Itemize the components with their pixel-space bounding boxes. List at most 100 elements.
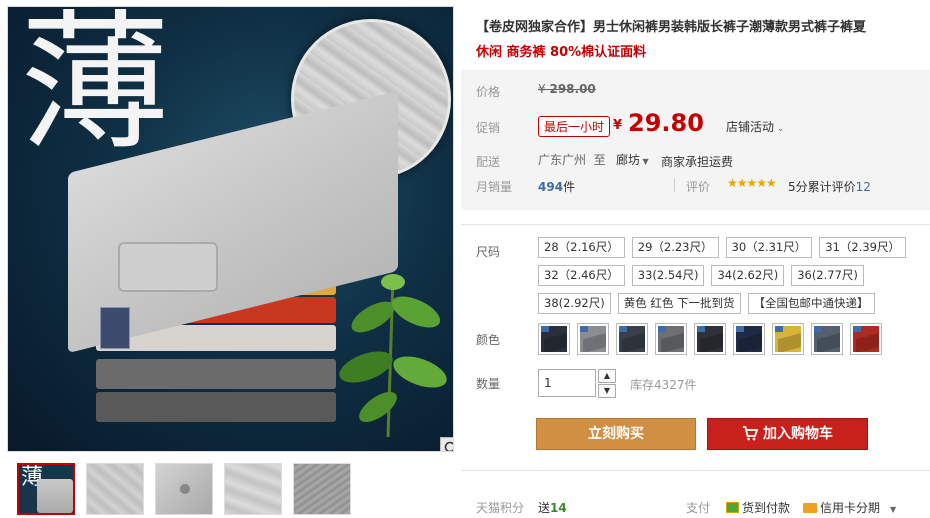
- thumbnail-5[interactable]: [293, 463, 351, 515]
- swatch-tag-icon: [775, 326, 783, 332]
- shipping-label: 配送: [476, 155, 501, 169]
- buy-now-button[interactable]: 立刻购买: [536, 418, 696, 450]
- quantity-input[interactable]: [538, 369, 596, 397]
- ship-to-word: 至: [593, 153, 606, 167]
- quantity-label: 数量: [476, 377, 501, 391]
- original-price: ¥ 298.00: [538, 82, 596, 96]
- hero-character: 薄: [20, 6, 171, 171]
- shipping-fee: 商家承担运费: [661, 155, 734, 169]
- monthly-sales: 494件: [538, 178, 575, 195]
- color-swatch[interactable]: [811, 323, 843, 355]
- thumbnail-4[interactable]: [224, 463, 282, 515]
- size-option[interactable]: 33(2.54尺): [631, 265, 705, 286]
- color-swatch[interactable]: [616, 323, 648, 355]
- size-label: 尺码: [476, 245, 501, 259]
- review-label: 评价: [686, 180, 711, 194]
- cod-label: 货到付款: [742, 501, 791, 515]
- color-swatch[interactable]: [850, 323, 882, 355]
- cod-option[interactable]: 货到付款: [726, 499, 790, 516]
- pants-stack-image: [96, 392, 336, 422]
- size-options: 28（2.16尺） 29（2.23尺） 30（2.31尺） 31（2.39尺） …: [538, 237, 918, 314]
- color-swatch[interactable]: [772, 323, 804, 355]
- ship-from: 广东广州 至: [538, 151, 606, 168]
- swatch-tag-icon: [814, 326, 822, 332]
- swatch-tag-icon: [697, 326, 705, 332]
- thumbnail-pants: [37, 479, 73, 513]
- swatch-tag-icon: [736, 326, 744, 332]
- monthly-sales-label: 月销量: [476, 180, 513, 194]
- add-to-cart-button[interactable]: 加入购物车: [707, 418, 868, 450]
- basil-plant-image: [339, 274, 447, 437]
- color-swatch[interactable]: [655, 323, 687, 355]
- shop-activity-label: 店铺活动: [726, 120, 775, 134]
- points-number: 14: [550, 501, 567, 515]
- ship-to-city: 廊坊: [616, 153, 641, 167]
- zoom-icon[interactable]: [440, 437, 453, 451]
- product-page: 薄 薄 【卷皮网独家合作】男士休闲裤男装韩版长裤子潮薄款男式裤子裤夏 休闲 商务…: [0, 0, 930, 518]
- original-price-value: 298.00: [549, 82, 596, 96]
- main-product-image[interactable]: 薄: [7, 6, 454, 452]
- ship-from-city: 广东广州: [538, 153, 587, 167]
- price-label: 价格: [476, 85, 501, 99]
- stock-count: 库存4327件: [630, 378, 697, 392]
- review-summary[interactable]: 5分累计评价12: [788, 178, 871, 195]
- size-option[interactable]: 30（2.31尺）: [725, 237, 813, 258]
- product-info-panel: 【卷皮网独家合作】男士休闲裤男装韩版长裤子潮薄款男式裤子裤夏 休闲 商务裤 80…: [461, 0, 930, 518]
- size-option[interactable]: 34(2.62尺): [711, 265, 785, 286]
- points-value: 送14: [538, 499, 567, 516]
- size-option[interactable]: 32（2.46尺）: [538, 265, 625, 286]
- current-price: 29.80: [628, 109, 704, 137]
- swatch-tag-icon: [619, 326, 627, 332]
- divider: [461, 470, 930, 471]
- payment-label: 支付: [686, 501, 711, 515]
- monthly-sales-count: 494: [538, 180, 564, 194]
- size-option[interactable]: 38(2.92尺): [538, 293, 611, 314]
- size-option[interactable]: 31（2.39尺）: [819, 237, 906, 258]
- sales-row: 月销量 494件 评价 ★★★★★ 5分累计评价12: [461, 170, 930, 200]
- thumbnail-2[interactable]: [86, 463, 144, 515]
- brand-tag-image: [100, 307, 130, 349]
- currency-symbol: ¥: [613, 118, 623, 133]
- caret-down-icon: ▼: [640, 157, 649, 166]
- color-options: [538, 323, 882, 355]
- thumbnail-1[interactable]: 薄: [17, 463, 75, 515]
- swatch-tag-icon: [541, 326, 549, 332]
- credit-label: 信用卡分期: [820, 501, 881, 515]
- button-detail: [178, 482, 192, 496]
- service-row: 天猫积分 送14 支付 货到付款 信用卡分期 ▼: [461, 497, 930, 517]
- color-swatch[interactable]: [733, 323, 765, 355]
- divider: [461, 224, 930, 225]
- credit-installment-option[interactable]: 信用卡分期 ▼: [803, 499, 896, 516]
- thumbnail-3[interactable]: [155, 463, 213, 515]
- caret-down-icon: ▼: [890, 505, 897, 514]
- swatch-tag-icon: [658, 326, 666, 332]
- ship-to-selector[interactable]: 廊坊 ▼: [616, 151, 649, 168]
- review-score-text: 5分累计评价: [788, 180, 856, 194]
- size-option[interactable]: 28（2.16尺）: [538, 237, 625, 258]
- color-swatch[interactable]: [538, 323, 570, 355]
- size-option[interactable]: 36(2.77尺): [791, 265, 864, 286]
- points-label: 天猫积分: [476, 501, 525, 515]
- review-count: 12: [855, 180, 871, 194]
- size-option[interactable]: 29（2.23尺）: [631, 237, 719, 258]
- product-title: 【卷皮网独家合作】男士休闲裤男装韩版长裤子潮薄款男式裤子裤夏: [476, 20, 867, 35]
- color-swatch[interactable]: [577, 323, 609, 355]
- size-option[interactable]: 黄色 红色 下一批到货: [617, 293, 741, 314]
- color-label: 颜色: [476, 333, 501, 347]
- swatch-tag-icon: [580, 326, 588, 332]
- size-option[interactable]: 【全国包邮中通快递】: [747, 293, 875, 314]
- thumbnail-strip: 薄: [17, 463, 351, 515]
- add-to-cart-label: 加入购物车: [763, 426, 833, 442]
- cod-icon: [726, 502, 739, 513]
- quantity-decrease-button[interactable]: ▼: [598, 384, 616, 398]
- quantity-increase-button[interactable]: ▲: [598, 369, 616, 383]
- color-swatch[interactable]: [694, 323, 726, 355]
- swatch-tag-icon: [853, 326, 861, 332]
- shop-activity-dropdown[interactable]: 店铺活动 ⌄: [726, 118, 784, 135]
- chevron-down-icon: ⌄: [774, 124, 785, 134]
- original-price-currency: ¥: [538, 82, 546, 96]
- credit-card-icon: [803, 503, 817, 513]
- promo-badge: 最后一小时: [538, 116, 611, 137]
- monthly-sales-unit: 件: [563, 180, 576, 194]
- pants-stack-image: [96, 359, 336, 389]
